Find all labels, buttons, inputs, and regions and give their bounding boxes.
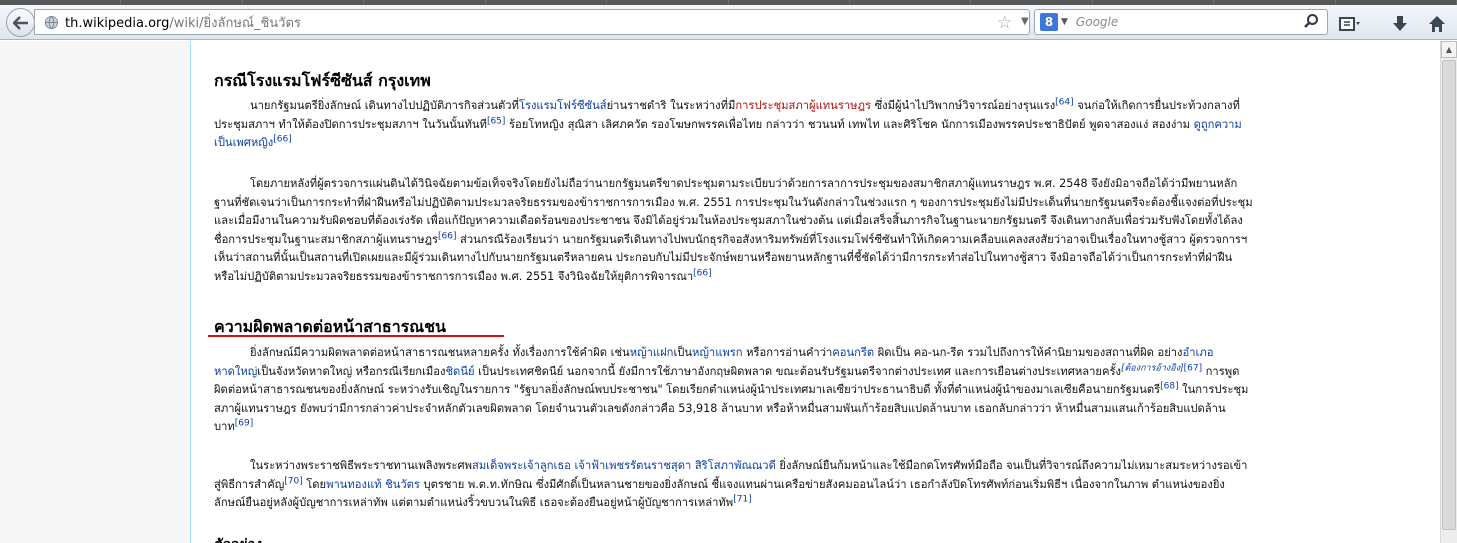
navigation-toolbar: th.wikipedia.org/wiki/ยิ่งลักษณ์_ชินวัตร… — [0, 5, 1457, 40]
search-bar[interactable]: 8 ▼ Google — [1034, 9, 1328, 35]
text-line: นายกรัฐมนตรียิ่งลักษณ์ เดินทางไปปฏิบัติภ… — [214, 97, 1424, 116]
vertical-scrollbar[interactable]: ▲ — [1440, 41, 1457, 543]
citation-link[interactable]: [66] — [693, 268, 711, 278]
text-run: เป็นจังหวัดหาดใหญ่ หรือกรณีเรียกเมือง — [257, 364, 446, 378]
text-run: ชื่อการประชุมในฐานะสมาชิกสภาผู้แทนราษฎร — [214, 232, 438, 246]
back-button[interactable] — [6, 8, 35, 37]
citation-link[interactable]: [69] — [235, 418, 253, 428]
text-run: และเมื่อมีงานในความรับผิดชอบที่ต้องเร่งร… — [214, 214, 1243, 227]
text-run: ยิ่งลักษณ์ยืนก้มหน้าและใช้มือกดโทรศัพท์ม… — [775, 459, 1248, 472]
text-line: ชื่อการประชุมในฐานะสมาชิกสภาผู้แทนราษฎร[… — [214, 231, 1424, 250]
paragraph: ยิ่งลักษณ์มีความผิดพลาดต่อหน้าสาธารณชนหล… — [214, 344, 1424, 437]
citation-link[interactable]: [70] — [284, 476, 302, 486]
wiki-link[interactable]: อำเภอ — [1183, 346, 1214, 359]
text-run: ย่านราชดำริ ในระหว่างที่มี — [606, 99, 736, 112]
download-icon[interactable] — [1389, 14, 1411, 34]
text-run: ในระหว่างพระราชพิธีพระราชทานเพลิงพระศพ — [250, 459, 472, 472]
paragraph: โดยภายหลังที่ผู้ตรวจการแผ่นดินได้วินิจฉั… — [214, 175, 1424, 286]
wiki-link[interactable]: หญ้าแฝก — [630, 346, 674, 359]
text-run: ซึ่งมีผู้นำไปวิพากษ์วิจารณ์อย่างรุนแรง — [871, 99, 1056, 112]
text-line: สู่พิธีการสำคัญ[70] โดยพานทองแท้ ชินวัตร… — [214, 476, 1424, 495]
wiki-link[interactable]: ชิดนีย์ — [445, 365, 474, 378]
text-line: โดยภายหลังที่ผู้ตรวจการแผ่นดินได้วินิจฉั… — [214, 175, 1424, 194]
citation-needed-link[interactable]: [ต้องการอ้างอิง] — [1121, 363, 1184, 373]
wiki-link[interactable]: คอนกรีต — [832, 346, 874, 359]
address-bar[interactable]: th.wikipedia.org/wiki/ยิ่งลักษณ์_ชินวัตร… — [34, 9, 1050, 35]
text-run: ร้อยโทหญิง สุณิสา เลิศภควัต รองโฆษกพรรคเ… — [505, 117, 1194, 131]
url-text[interactable]: th.wikipedia.org/wiki/ยิ่งลักษณ์_ชินวัตร — [65, 12, 301, 33]
citation-link[interactable]: [66] — [273, 134, 291, 144]
text-run: โดยภายหลังที่ผู้ตรวจการแผ่นดินได้วินิจฉั… — [250, 177, 1238, 190]
back-arrow-icon — [12, 15, 28, 30]
citation-link[interactable]: [67] — [1184, 363, 1202, 373]
text-run: บาท — [214, 420, 235, 433]
citation-link[interactable]: [68] — [1160, 381, 1178, 391]
red-wiki-link[interactable]: การประชุมสภาผู้แทนราษฎร — [735, 99, 871, 112]
text-line: และเมื่อมีงานในความรับผิดชอบที่ต้องเร่งร… — [214, 212, 1424, 231]
text-run: สู่พิธีการสำคัญ — [214, 477, 285, 491]
wiki-link[interactable]: หญ้าแพรก — [692, 346, 743, 359]
scrollbar-thumb[interactable] — [1442, 60, 1456, 530]
bookmarks-icon[interactable] — [1339, 14, 1361, 34]
google-engine-icon[interactable]: 8 — [1040, 13, 1058, 31]
wiki-link[interactable]: พานทองแท้ ชินวัตร — [326, 478, 420, 491]
star-icon[interactable]: ☆ — [997, 13, 1012, 33]
text-run: เห็นว่าสถานที่นั้นเป็นสถานที่เปิดเผยและม… — [214, 251, 1233, 264]
red-underline-annotation — [208, 335, 504, 337]
text-run: โดย — [302, 477, 327, 491]
engine-dropdown-icon[interactable]: ▼ — [1061, 17, 1068, 27]
next-section-heading: ตัวอย่าง — [214, 534, 262, 543]
text-line: หาดใหญ่เป็นจังหวัดหาดใหญ่ หรือกรณีเรียกเ… — [214, 363, 1424, 382]
wiki-link[interactable]: โรงแรมโฟร์ซีซันส์ — [519, 99, 607, 112]
section-heading-four-seasons: กรณีโรงแรมโฟร์ซีซันส์ กรุงเทพ — [214, 71, 431, 90]
text-line: หรือไม่ปฏิบัติตามประมวลจริยธรรมของข้าราช… — [214, 268, 1424, 287]
text-run: ผิดเป็น คอ-นก-รีต รวมไปถึงการให้คำนิยามข… — [874, 346, 1183, 359]
paragraph: ในระหว่างพระราชพิธีพระราชทานเพลิงพระศพสม… — [214, 457, 1424, 513]
citation-link[interactable]: [64] — [1055, 97, 1073, 107]
text-run: การพูด — [1202, 364, 1240, 378]
url-domain: th.wikipedia.org — [65, 15, 170, 31]
text-line: ประชุมสภาฯ ทำให้ต้องปิดการประชุมสภาฯ ในว… — [214, 116, 1424, 135]
text-line: ลักษณ์ยืนอยู่หลังผู้บัญชาการเหล่าทัพ แต่… — [214, 494, 1424, 513]
text-run: บุตรชาย พ.ต.ท.ทักษิณ ซึ่งมีศักดิ์เป็นหลา… — [419, 477, 1225, 491]
text-line: เป็นเพศหญิง[66] — [214, 134, 1424, 153]
text-line: สภาผู้แทนราษฎร ยังพบว่ามีการกล่าวค่าประจ… — [214, 400, 1424, 419]
text-line: บาท[69] — [214, 418, 1424, 437]
text-run: หรือการอ่านคำว่า — [742, 346, 833, 359]
search-icon[interactable] — [1303, 13, 1319, 33]
text-run: เป็นประเทศชิดนีย์ นอกจากนี้ ยังมีการใช้ภ… — [474, 364, 1121, 378]
citation-link[interactable]: [65] — [487, 116, 505, 126]
url-path: /wiki/ยิ่งลักษณ์_ชินวัตร — [169, 15, 301, 31]
text-run: ฐานที่ชัดเจนว่าเป็นการกระทำที่ฝ่าฝืนหรือ… — [214, 195, 1253, 209]
scroll-up-icon[interactable]: ▲ — [1441, 41, 1457, 58]
wiki-link[interactable]: เป็นเพศหญิง — [214, 136, 273, 149]
search-input[interactable]: Google — [1076, 15, 1118, 29]
wiki-link[interactable]: สมเด็จพระเจ้าลูกเธอ เจ้าฟ้าเพชรรัตนราชสุ… — [472, 459, 776, 472]
text-run: ประชุมสภาฯ ทำให้ต้องปิดการประชุมสภาฯ ในว… — [214, 117, 487, 131]
text-run: ลักษณ์ยืนอยู่หลังผู้บัญชาการเหล่าทัพ แต่… — [214, 496, 734, 509]
wiki-link[interactable]: ดูถูกความ — [1194, 118, 1242, 131]
text-run: ผิดต่อหน้าสาธารณชนของยิ่งลักษณ์ ระหว่างร… — [214, 383, 1161, 396]
globe-icon — [43, 14, 59, 30]
text-line: เห็นว่าสถานที่นั้นเป็นสถานที่เปิดเผยและม… — [214, 249, 1424, 268]
home-icon[interactable] — [1426, 14, 1448, 34]
text-run: สภาผู้แทนราษฎร ยังพบว่ามีการกล่าวค่าประจ… — [214, 401, 1226, 415]
text-line: ยิ่งลักษณ์มีความผิดพลาดต่อหน้าสาธารณชนหล… — [214, 344, 1424, 363]
wiki-link[interactable]: หาดใหญ่ — [214, 365, 257, 378]
text-run: เป็น — [673, 346, 693, 359]
text-run: จนก่อให้เกิดการยื่นประท้วงกลางที่ — [1073, 99, 1240, 112]
text-run: นายกรัฐมนตรียิ่งลักษณ์ เดินทางไปปฏิบัติภ… — [250, 99, 519, 112]
paragraph: นายกรัฐมนตรียิ่งลักษณ์ เดินทางไปปฏิบัติภ… — [214, 97, 1424, 153]
history-dropdown-icon[interactable]: ▼ — [1021, 16, 1029, 27]
text-run: หรือไม่ปฏิบัติตามประมวลจริยธรรมของข้าราช… — [214, 269, 694, 283]
text-run: ส่วนกรณีร้องเรียนว่า นายกรัฐมนตรีเดินทาง… — [456, 232, 1248, 246]
text-run: ยิ่งลักษณ์มีความผิดพลาดต่อหน้าสาธารณชนหล… — [250, 346, 630, 359]
text-run: ในการประชุม — [1178, 383, 1249, 396]
text-line: ผิดต่อหน้าสาธารณชนของยิ่งลักษณ์ ระหว่างร… — [214, 381, 1424, 400]
text-line: ในระหว่างพระราชพิธีพระราชทานเพลิงพระศพสม… — [214, 457, 1424, 476]
citation-link[interactable]: [71] — [733, 494, 751, 504]
text-line: ฐานที่ชัดเจนว่าเป็นการกระทำที่ฝ่าฝืนหรือ… — [214, 194, 1424, 213]
citation-link[interactable]: [66] — [438, 231, 456, 241]
